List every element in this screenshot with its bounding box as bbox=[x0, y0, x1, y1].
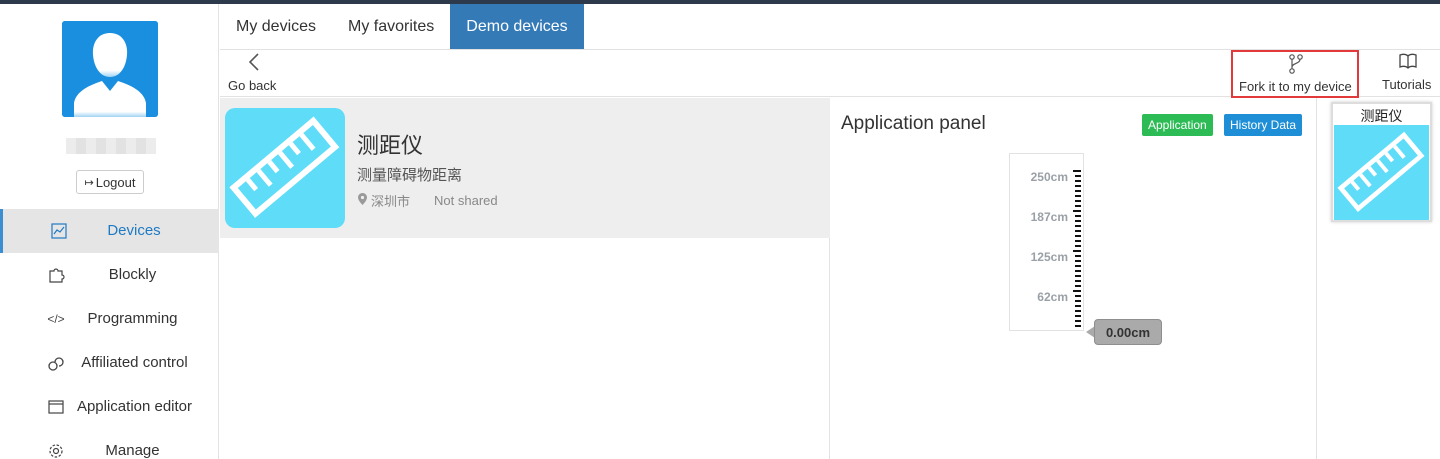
panel-title: Application panel bbox=[841, 113, 986, 134]
fork-icon bbox=[1288, 53, 1304, 80]
device-meta: 深圳市 Not shared bbox=[358, 191, 498, 210]
ruler-icon bbox=[229, 116, 340, 218]
device-name: 测距仪 bbox=[357, 133, 424, 158]
tutorials-label: Tutorials bbox=[1382, 77, 1432, 92]
device-tabs: My devices My favorites Demo devices bbox=[220, 4, 1440, 50]
application-badge[interactable]: Application bbox=[1142, 114, 1213, 136]
distance-readout: 0.00cm bbox=[1094, 319, 1162, 345]
device-list: 测距仪 测量障碍物距离 深圳市 Not shared bbox=[220, 98, 830, 459]
go-back-label: Go back bbox=[228, 78, 277, 93]
tab-my-devices[interactable]: My devices bbox=[220, 4, 332, 49]
sidebar-item-label: Manage bbox=[105, 442, 160, 459]
username-blurred bbox=[66, 138, 156, 154]
device-preview-thumbnail[interactable]: 测距仪 bbox=[1331, 102, 1432, 222]
book-icon bbox=[1398, 52, 1418, 75]
device-thumbnail bbox=[225, 108, 345, 228]
tab-my-favorites[interactable]: My favorites bbox=[332, 4, 450, 49]
fork-label: Fork it to my device bbox=[1239, 79, 1352, 94]
gauge-ticks bbox=[1073, 170, 1081, 327]
sidebar-item-manage[interactable]: Manage bbox=[0, 429, 219, 459]
fork-to-my-device-button[interactable]: Fork it to my device bbox=[1231, 50, 1359, 98]
gauge-label: 62cm bbox=[1037, 290, 1068, 304]
sidebar: ↦ Logout Devices Blockly </> Programming… bbox=[0, 4, 219, 459]
logout-button[interactable]: ↦ Logout bbox=[76, 170, 144, 194]
sidebar-item-label: Blockly bbox=[108, 266, 157, 283]
tutorials-button[interactable]: Tutorials bbox=[1378, 50, 1436, 96]
device-location: 深圳市 bbox=[371, 194, 411, 209]
logout-label: Logout bbox=[95, 174, 136, 190]
history-data-badge[interactable]: History Data bbox=[1224, 114, 1303, 136]
device-description: 测量障碍物距离 bbox=[357, 167, 463, 184]
share-status: Not shared bbox=[434, 193, 498, 208]
sidebar-item-label: Programming bbox=[87, 310, 178, 327]
gauge-label: 250cm bbox=[1030, 170, 1068, 184]
sidebar-item-application-editor[interactable]: Application editor bbox=[0, 385, 219, 429]
sidebar-item-programming[interactable]: </> Programming bbox=[0, 297, 219, 341]
sidebar-item-label: Devices bbox=[107, 222, 161, 239]
sidebar-item-label: Application editor bbox=[76, 398, 193, 415]
sidebar-item-blockly[interactable]: Blockly bbox=[0, 253, 219, 297]
avatar[interactable] bbox=[62, 21, 158, 117]
ruler-icon bbox=[1337, 131, 1425, 213]
toolbar: Go back Fork it to my device Tutorials bbox=[220, 50, 1440, 98]
location-pin-icon bbox=[358, 193, 367, 208]
preview-title: 测距仪 bbox=[1360, 108, 1403, 124]
distance-gauge: 250cm 187cm 125cm 62cm bbox=[1009, 153, 1084, 331]
sidebar-item-devices[interactable]: Devices bbox=[0, 209, 219, 253]
application-panel: Application panel Application History Da… bbox=[831, 98, 1317, 459]
sidebar-item-label: Affiliated control bbox=[81, 354, 188, 371]
gauge-label: 187cm bbox=[1030, 210, 1068, 224]
gauge-label: 125cm bbox=[1030, 250, 1068, 264]
user-silhouette-icon bbox=[62, 21, 158, 117]
device-card[interactable]: 测距仪 测量障碍物距离 深圳市 Not shared bbox=[220, 98, 830, 238]
preview-image bbox=[1334, 125, 1429, 220]
chevron-left-icon bbox=[248, 52, 260, 77]
tab-demo-devices[interactable]: Demo devices bbox=[450, 4, 584, 49]
logout-icon: ↦ bbox=[84, 176, 94, 189]
go-back-button[interactable]: Go back bbox=[228, 52, 278, 94]
sidebar-item-affiliated-control[interactable]: Affiliated control bbox=[0, 341, 219, 385]
sidebar-nav: Devices Blockly </> Programming Affiliat… bbox=[0, 209, 219, 459]
